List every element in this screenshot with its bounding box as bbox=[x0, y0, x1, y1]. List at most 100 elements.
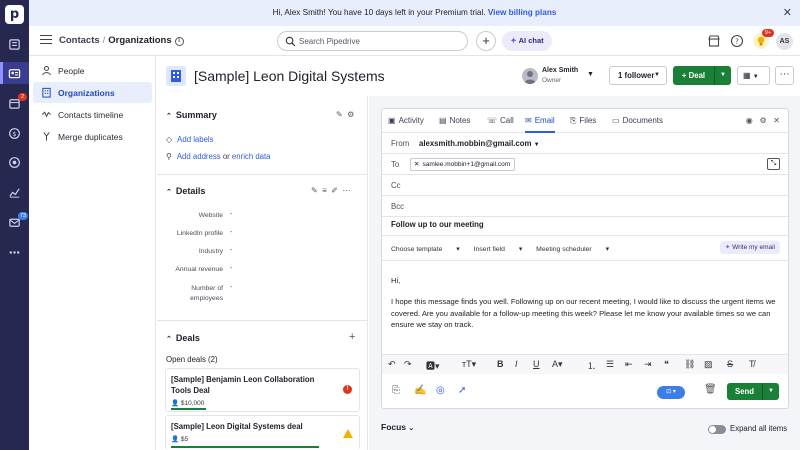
send-label[interactable]: Send bbox=[727, 383, 763, 400]
tab-documents[interactable]: ▭ Documents bbox=[612, 109, 663, 133]
choose-template-dropdown[interactable]: Choose template ▾ bbox=[391, 246, 460, 253]
search-input[interactable] bbox=[299, 35, 459, 48]
add-labels-link[interactable]: Add labels bbox=[177, 135, 213, 144]
deal-card[interactable]: [Sample] Leon Digital Systems deal 👤 $5 bbox=[165, 415, 360, 450]
send-button[interactable]: Send ▼ bbox=[727, 383, 779, 400]
rail-contacts-button[interactable] bbox=[0, 62, 29, 84]
subnav-item-organizations[interactable]: Organizations bbox=[33, 82, 152, 103]
attach-icon[interactable]: ⎘ bbox=[392, 385, 400, 396]
details-section-toggle[interactable]: ⌃ Details bbox=[166, 186, 205, 196]
ai-chat-button[interactable]: ✦ AI chat bbox=[502, 31, 552, 51]
visibility-toggle-button[interactable]: ⊡ ▾ bbox=[657, 386, 685, 399]
more-actions-button[interactable]: ⋯ bbox=[775, 66, 794, 85]
rail-mail-button[interactable]: 73 bbox=[0, 211, 29, 233]
gear-icon[interactable]: ⚙ bbox=[759, 116, 766, 125]
enrich-data-link[interactable]: enrich data bbox=[232, 152, 271, 161]
breadcrumb-contacts[interactable]: Contacts bbox=[59, 35, 100, 46]
expand-recipients-icon[interactable]: ⤡ bbox=[767, 158, 780, 170]
user-avatar[interactable]: AS bbox=[776, 33, 793, 50]
rail-activities-button[interactable]: 2 bbox=[0, 92, 29, 114]
link-tracking-cursor-icon[interactable]: ➚ bbox=[458, 385, 466, 396]
tracking-icon[interactable]: ◉ bbox=[746, 116, 753, 125]
tracking-eye-icon[interactable]: ◎ bbox=[436, 385, 445, 396]
subnav-item-merge-duplicates[interactable]: Merge duplicates bbox=[33, 126, 152, 147]
font-color-icon[interactable]: 🅰▾ bbox=[426, 359, 440, 372]
more-icon[interactable]: ⋯ bbox=[342, 186, 350, 195]
underline-icon[interactable]: U bbox=[533, 359, 540, 369]
focus-section-toggle[interactable]: Focus ⌄ bbox=[381, 422, 414, 432]
quote-icon[interactable]: ❝ bbox=[664, 359, 669, 370]
pipedrive-logo[interactable]: p bbox=[5, 5, 24, 24]
deal-card[interactable]: [Sample] Benjamin Leon Collaboration Too… bbox=[165, 368, 360, 412]
quick-add-button[interactable]: + bbox=[476, 31, 496, 51]
field-value-annual-revenue[interactable]: - bbox=[230, 265, 232, 272]
owner-chevron-down-icon[interactable]: ▼ bbox=[587, 71, 594, 78]
deal-dropdown-chevron-icon[interactable]: ▼ bbox=[715, 66, 731, 85]
outdent-icon[interactable]: ⇤ bbox=[625, 359, 633, 370]
undo-icon[interactable]: ↶ bbox=[388, 359, 396, 370]
help-icon[interactable]: ? bbox=[730, 34, 744, 48]
follower-button[interactable]: 1 follower ▼ bbox=[609, 66, 667, 85]
tab-activity[interactable]: ▣ Activity bbox=[388, 109, 424, 133]
add-deal-label[interactable]: + Deal bbox=[673, 66, 715, 85]
clear-format-icon[interactable]: T̸ bbox=[749, 359, 755, 369]
numbered-list-icon[interactable]: ⒈ bbox=[587, 359, 596, 372]
tab-notes[interactable]: ▤ Notes bbox=[439, 109, 470, 133]
view-billing-link[interactable]: View billing plans bbox=[488, 8, 557, 17]
signature-icon[interactable]: ✍ bbox=[414, 385, 426, 396]
deals-section-toggle[interactable]: ⌃ Deals bbox=[166, 333, 200, 343]
tab-call[interactable]: ☏ Call bbox=[487, 109, 514, 133]
from-select[interactable]: alexsmith.mobbin@gmail.com ▼ bbox=[419, 139, 540, 148]
search-box[interactable] bbox=[277, 31, 468, 51]
tab-email[interactable]: ✉ Email bbox=[525, 109, 555, 133]
owner-name[interactable]: Alex Smith bbox=[542, 67, 578, 74]
meeting-scheduler-dropdown[interactable]: Meeting scheduler ▾ bbox=[536, 246, 609, 253]
rail-deals-button[interactable]: $ bbox=[0, 122, 29, 144]
subject-field[interactable]: Follow up to our meeting bbox=[391, 220, 484, 229]
edit-fields-icon[interactable]: ✎ bbox=[311, 186, 318, 195]
email-body[interactable]: I hope this message finds you well. Foll… bbox=[391, 296, 781, 331]
link-icon[interactable]: ⛓ bbox=[684, 359, 695, 370]
summary-section-toggle[interactable]: ⌃ Summary bbox=[166, 110, 217, 120]
text-color-icon[interactable]: A▾ bbox=[552, 359, 563, 370]
trash-icon[interactable]: 🗑 bbox=[704, 384, 717, 395]
insert-field-dropdown[interactable]: Insert field ▾ bbox=[474, 246, 523, 253]
expand-all-toggle[interactable] bbox=[708, 425, 726, 434]
owner-avatar[interactable] bbox=[522, 68, 538, 84]
write-my-email-button[interactable]: ✦ Write my email bbox=[719, 241, 780, 254]
bcc-row[interactable]: Bcc bbox=[382, 196, 788, 217]
field-value-employees[interactable]: - bbox=[230, 284, 232, 291]
recipient-chip[interactable]: ✕ samlee.mobbin+1@gmail.com bbox=[410, 158, 516, 171]
subnav-item-people[interactable]: People bbox=[33, 60, 152, 81]
rail-more-button[interactable] bbox=[0, 241, 29, 263]
add-deal-plus-icon[interactable]: + bbox=[349, 331, 355, 343]
gear-icon[interactable]: ⚙ bbox=[347, 110, 354, 119]
send-dropdown-chevron-icon[interactable]: ▼ bbox=[763, 383, 779, 400]
indent-icon[interactable]: ⇥ bbox=[644, 359, 652, 370]
cc-row[interactable]: Cc bbox=[382, 175, 788, 196]
pencil-icon[interactable]: ✐ bbox=[331, 186, 338, 195]
deal-name[interactable]: [Sample] Leon Digital Systems deal bbox=[171, 421, 336, 432]
close-icon[interactable]: ✕ bbox=[773, 116, 780, 125]
rail-leads-button[interactable] bbox=[0, 33, 29, 55]
banner-close-icon[interactable]: ✕ bbox=[783, 0, 792, 26]
font-size-icon[interactable]: ᴛT▾ bbox=[462, 359, 476, 370]
email-greeting[interactable]: Hi, bbox=[391, 275, 781, 287]
filter-icon[interactable]: ≡ bbox=[322, 186, 327, 195]
menu-toggle-icon[interactable] bbox=[40, 35, 52, 45]
redo-icon[interactable]: ↷ bbox=[404, 359, 412, 370]
strikethrough-icon[interactable]: S bbox=[727, 359, 733, 369]
remove-recipient-icon[interactable]: ✕ bbox=[414, 161, 419, 168]
organization-title[interactable]: [Sample] Leon Digital Systems bbox=[194, 68, 385, 84]
info-icon[interactable]: i bbox=[174, 37, 184, 46]
expand-all-label[interactable]: Expand all items bbox=[730, 424, 787, 433]
field-value-linkedin[interactable]: - bbox=[230, 229, 232, 236]
subnav-item-contacts-timeline[interactable]: Contacts timeline bbox=[33, 104, 152, 125]
tab-files[interactable]: ⎘ Files bbox=[570, 109, 596, 133]
bullet-list-icon[interactable]: ☰ bbox=[606, 359, 614, 370]
field-value-industry[interactable]: - bbox=[230, 247, 232, 254]
deal-name[interactable]: [Sample] Benjamin Leon Collaboration Too… bbox=[171, 374, 336, 396]
italic-icon[interactable]: I bbox=[515, 359, 518, 369]
image-icon[interactable]: ▨ bbox=[704, 359, 713, 370]
view-options-button[interactable]: ▦ ▼ bbox=[737, 66, 770, 85]
